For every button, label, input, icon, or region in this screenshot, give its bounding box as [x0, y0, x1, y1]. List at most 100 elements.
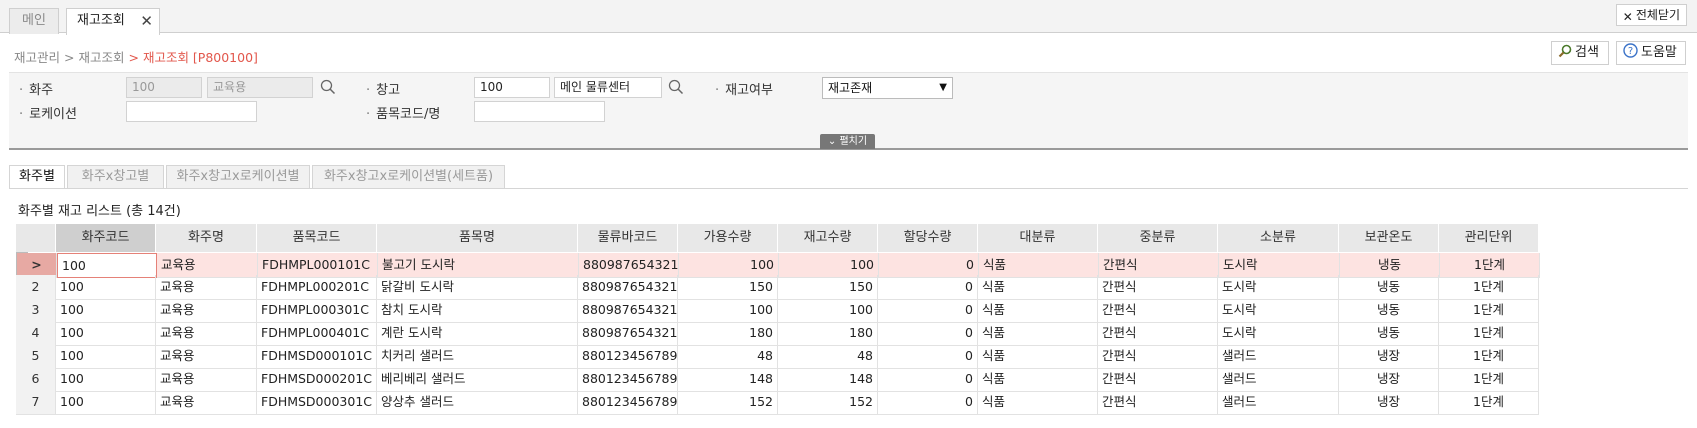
cell-minor-category[interactable]: 샐러드: [1218, 367, 1339, 392]
col-header-owner-name[interactable]: 화주명: [156, 224, 257, 252]
cell-owner-name[interactable]: 교육용: [156, 275, 257, 300]
cell-available-qty[interactable]: 180: [678, 321, 778, 346]
cell-storage-temp[interactable]: 냉장: [1339, 367, 1439, 392]
cell-item-code[interactable]: FDHMSD000301C: [257, 390, 377, 415]
cell-minor-category[interactable]: 도시락: [1218, 321, 1339, 346]
cell-major-category[interactable]: 식품: [978, 390, 1098, 415]
cell-item-code[interactable]: FDHMPL000401C: [257, 321, 377, 346]
cell-major-category[interactable]: 식품: [978, 321, 1098, 346]
col-header-item-code[interactable]: 품목코드: [257, 224, 377, 252]
cell-mgmt-unit[interactable]: 1단계: [1439, 390, 1539, 415]
col-header-barcode[interactable]: 물류바코드: [578, 224, 678, 252]
cell-mid-category[interactable]: 간편식: [1098, 321, 1218, 346]
row-number[interactable]: 3: [16, 298, 56, 323]
cell-barcode[interactable]: 8801234567891: [578, 367, 678, 392]
warehouse-name-field[interactable]: 메인 물류센터: [554, 77, 662, 98]
col-header-storage-temp[interactable]: 보관온도: [1339, 224, 1439, 252]
cell-major-category[interactable]: 식품: [978, 344, 1098, 369]
col-header-mgmt-unit[interactable]: 관리단위: [1439, 224, 1539, 252]
warehouse-code-field[interactable]: 100: [474, 77, 550, 98]
col-header-minor-category[interactable]: 소분류: [1218, 224, 1339, 252]
cell-storage-temp[interactable]: 냉동: [1339, 321, 1439, 346]
cell-major-category[interactable]: 식품: [978, 275, 1098, 300]
cell-mgmt-unit[interactable]: 1단계: [1439, 367, 1539, 392]
row-number[interactable]: 7: [16, 390, 56, 415]
cell-mid-category[interactable]: 간편식: [1098, 390, 1218, 415]
cell-item-name[interactable]: 계란 도시락: [377, 321, 578, 346]
cell-major-category[interactable]: 식품: [978, 367, 1098, 392]
cell-mid-category[interactable]: 간편식: [1098, 367, 1218, 392]
cell-owner-code[interactable]: 100: [56, 390, 156, 415]
cell-owner-name[interactable]: 교육용: [156, 344, 257, 369]
cell-stock-qty[interactable]: 48: [778, 344, 878, 369]
tab-by-owner-warehouse[interactable]: 화주x창고별: [67, 165, 164, 189]
owner-name-field[interactable]: 교육용: [207, 77, 313, 98]
cell-storage-temp[interactable]: 냉동: [1339, 298, 1439, 323]
cell-available-qty[interactable]: 148: [678, 367, 778, 392]
location-field[interactable]: [126, 101, 257, 122]
cell-minor-category[interactable]: 샐러드: [1218, 390, 1339, 415]
tab-by-owner-warehouse-location-set[interactable]: 화주x창고x로케이션별(세트품): [312, 165, 505, 189]
cell-minor-category[interactable]: 도시락: [1218, 275, 1339, 300]
cell-storage-temp[interactable]: 냉동: [1339, 275, 1439, 300]
cell-barcode[interactable]: 8809876543213: [578, 321, 678, 346]
cell-owner-code[interactable]: 100: [56, 275, 156, 300]
tab-by-owner-warehouse-location[interactable]: 화주x창고x로케이션별: [166, 165, 310, 189]
cell-barcode[interactable]: 8801234567890: [578, 344, 678, 369]
cell-storage-temp[interactable]: 냉장: [1339, 390, 1439, 415]
row-number[interactable]: 4: [16, 321, 56, 346]
search-button[interactable]: 검색: [1551, 41, 1609, 65]
cell-mid-category[interactable]: 간편식: [1098, 275, 1218, 300]
tab-main[interactable]: 메인: [9, 8, 59, 34]
cell-mid-category[interactable]: 간편식: [1098, 344, 1218, 369]
col-header-item-name[interactable]: 품목명: [377, 224, 578, 252]
cell-allocated-qty[interactable]: 0: [878, 321, 978, 346]
row-number[interactable]: 2: [16, 275, 56, 300]
cell-storage-temp[interactable]: 냉장: [1339, 344, 1439, 369]
owner-search-icon[interactable]: [319, 78, 337, 96]
cell-owner-code[interactable]: 100: [56, 344, 156, 369]
cell-item-name[interactable]: 치커리 샐러드: [377, 344, 578, 369]
cell-owner-name[interactable]: 교육용: [156, 321, 257, 346]
cell-item-name[interactable]: 참치 도시락: [377, 298, 578, 323]
col-header-major-category[interactable]: 대분류: [978, 224, 1098, 252]
row-number[interactable]: 5: [16, 344, 56, 369]
cell-available-qty[interactable]: 100: [678, 298, 778, 323]
cell-minor-category[interactable]: 샐러드: [1218, 344, 1339, 369]
cell-major-category[interactable]: 식품: [978, 298, 1098, 323]
row-number[interactable]: 6: [16, 367, 56, 392]
cell-owner-name[interactable]: 교육용: [156, 367, 257, 392]
cell-stock-qty[interactable]: 100: [778, 298, 878, 323]
close-icon[interactable]: ✕: [140, 9, 153, 33]
tab-stock-inquiry[interactable]: 재고조회 ✕: [66, 8, 160, 35]
cell-mgmt-unit[interactable]: 1단계: [1439, 275, 1539, 300]
table-row[interactable]: >100 교육용 FDHMPL000101C 불고기 도시락 8809876543210…: [16, 252, 1540, 278]
cell-minor-category[interactable]: 도시락: [1218, 298, 1339, 323]
cell-mgmt-unit[interactable]: 1단계: [1439, 321, 1539, 346]
expand-toggle[interactable]: ⌄ 펼치기: [820, 134, 875, 149]
cell-allocated-qty[interactable]: 0: [878, 344, 978, 369]
breadcrumb-level2[interactable]: 재고조회: [78, 50, 124, 65]
cell-stock-qty[interactable]: 150: [778, 275, 878, 300]
item-code-name-field[interactable]: [474, 101, 605, 122]
cell-stock-qty[interactable]: 148: [778, 367, 878, 392]
cell-stock-qty[interactable]: 180: [778, 321, 878, 346]
col-header-stock-qty[interactable]: 재고수량: [778, 224, 878, 252]
cell-mgmt-unit[interactable]: 1단계: [1439, 344, 1539, 369]
cell-stock-qty[interactable]: 152: [778, 390, 878, 415]
cell-mid-category[interactable]: 간편식: [1098, 298, 1218, 323]
cell-mgmt-unit[interactable]: 1단계: [1439, 298, 1539, 323]
tab-by-owner[interactable]: 화주별: [9, 165, 65, 189]
cell-item-code[interactable]: FDHMSD000101C: [257, 344, 377, 369]
cell-owner-code[interactable]: 100: [56, 321, 156, 346]
cell-available-qty[interactable]: 48: [678, 344, 778, 369]
cell-item-name[interactable]: 양상추 샐러드: [377, 390, 578, 415]
col-header-allocated-qty[interactable]: 할당수량: [878, 224, 978, 252]
cell-item-code[interactable]: FDHMPL000201C: [257, 275, 377, 300]
cell-item-code[interactable]: FDHMPL000301C: [257, 298, 377, 323]
cell-owner-name[interactable]: 교육용: [156, 298, 257, 323]
cell-item-name[interactable]: 베리베리 샐러드: [377, 367, 578, 392]
cell-owner-code[interactable]: 100: [56, 367, 156, 392]
stock-status-select[interactable]: 재고존재 ▼: [822, 77, 953, 99]
cell-owner-code[interactable]: 100: [56, 298, 156, 323]
